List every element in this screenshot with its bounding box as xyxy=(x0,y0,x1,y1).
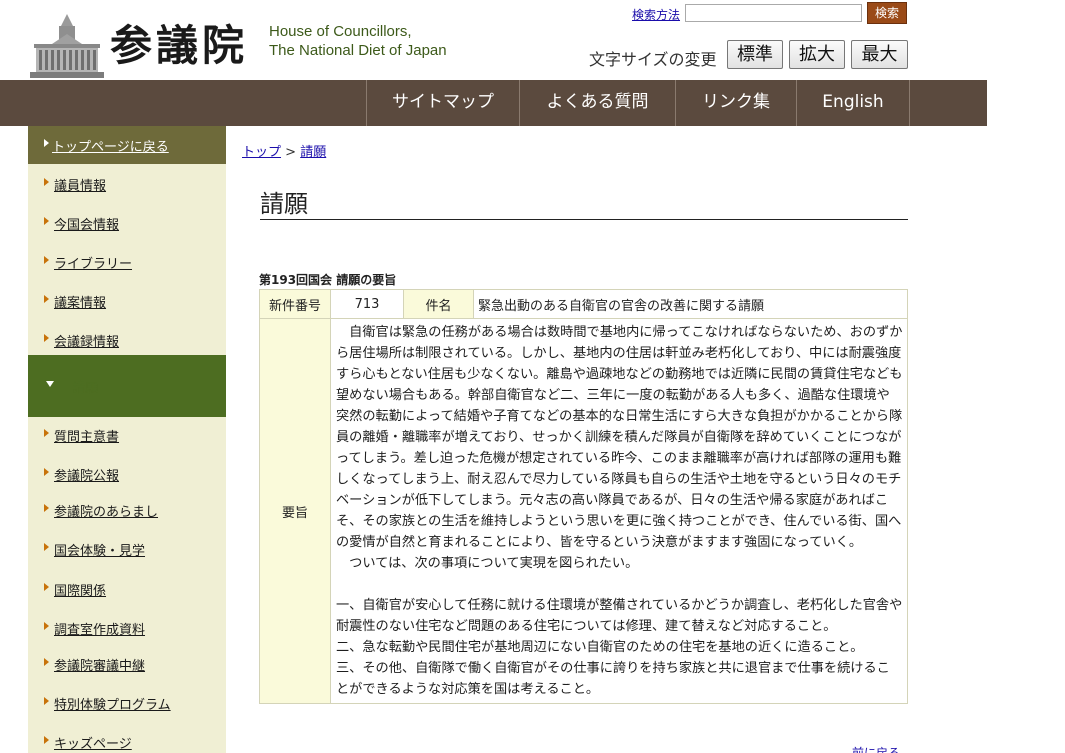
sidebar-item-label: 質問主意書 xyxy=(54,430,120,445)
sidebar-item-label: 議案情報 xyxy=(54,296,107,311)
arrow-right-icon xyxy=(44,736,49,744)
arrow-right-icon xyxy=(44,217,49,225)
logo-en-line2: The National Diet of Japan xyxy=(269,42,447,59)
sidebar-item-minutes[interactable]: 会議録情報 xyxy=(28,321,226,359)
summary-label: 要旨 xyxy=(259,318,331,704)
sidebar-item-top[interactable]: トップページに戻る xyxy=(28,126,226,164)
sidebar-item-label: 参議院公報 xyxy=(54,469,120,484)
sidebar-item-gazette[interactable]: 参議院公報 xyxy=(28,455,226,493)
global-nav: サイトマップ よくある質問 リンク集 English xyxy=(0,80,987,126)
sidebar-item-overview[interactable]: 参議院のあらまし xyxy=(28,491,226,529)
sidebar-item-library[interactable]: ライブラリー xyxy=(28,243,226,281)
nav-sitemap[interactable]: サイトマップ xyxy=(366,80,519,126)
sidebar-item-program[interactable]: 特別体験プログラム xyxy=(28,684,226,722)
sidebar-item-label: 特別体験プログラム xyxy=(54,698,171,713)
summary-spacer xyxy=(336,574,903,595)
breadcrumb-home-link[interactable]: トップ xyxy=(242,145,281,160)
site-logo-text[interactable]: 参議院 xyxy=(110,12,248,73)
nav-english[interactable]: English xyxy=(796,80,910,126)
sidebar: トップページに戻る 議員情報 今国会情報 ライブラリー 議案情報 会議録情報 請… xyxy=(28,126,226,753)
triangle-down-icon xyxy=(46,381,54,387)
sidebar-item-label: ライブラリー xyxy=(54,257,133,272)
sidebar-item-label: 国際関係 xyxy=(54,584,107,599)
name-value: 緊急出動のある自衛官の官舎の改善に関する請願 xyxy=(473,289,908,319)
sidebar-item-research[interactable]: 調査室作成資料 xyxy=(28,609,226,647)
search-input[interactable] xyxy=(685,4,862,22)
number-value: 713 xyxy=(330,289,404,319)
font-size-large-button[interactable]: 拡大 xyxy=(789,40,845,69)
summary-paragraph-2: ついては、次の事項について実現を図られたい。 xyxy=(336,556,639,571)
arrow-right-icon xyxy=(44,658,49,666)
sidebar-item-label: 今国会情報 xyxy=(54,218,120,233)
font-size-max-button[interactable]: 最大 xyxy=(851,40,908,69)
summary-item-3: 三、その他、自衛隊で働く自衛官がその仕事に誇りを持ち家族と共に退官まで仕事を続け… xyxy=(336,661,890,697)
arrow-right-icon xyxy=(44,543,49,551)
arrow-right-icon xyxy=(44,583,49,591)
arrow-right-icon xyxy=(44,504,49,512)
sidebar-item-tour[interactable]: 国会体験・見学 xyxy=(28,530,226,568)
breadcrumb: トップ > 請願 xyxy=(242,141,326,160)
arrow-right-icon xyxy=(44,468,49,476)
arrow-right-icon xyxy=(44,178,49,186)
site-header: 参議院 House of Councillors, The National D… xyxy=(0,0,987,80)
name-label: 件名 xyxy=(403,289,474,319)
breadcrumb-current-link[interactable]: 請願 xyxy=(300,145,326,160)
sidebar-item-members[interactable]: 議員情報 xyxy=(28,165,226,203)
arrow-right-icon xyxy=(44,256,49,264)
breadcrumb-separator: > xyxy=(285,145,297,160)
sidebar-item-bills[interactable]: 議案情報 xyxy=(28,282,226,320)
arrow-right-icon xyxy=(44,139,49,147)
summary-item-1: 一、自衛官が安心して任務に就ける住環境が整備されているかどうか調査し、老朽化した… xyxy=(336,598,903,634)
summary-paragraph-1: 自衛官は緊急の任務がある場合は数時間で基地内に帰ってこなければならないため、おの… xyxy=(336,325,903,550)
sidebar-item-international[interactable]: 国際関係 xyxy=(28,570,226,608)
sidebar-item-kids[interactable]: キッズページ xyxy=(28,723,226,753)
arrow-right-icon xyxy=(44,697,49,705)
number-label: 新件番号 xyxy=(259,289,331,319)
page-title: 請願 xyxy=(260,184,908,220)
diet-building-logo-icon[interactable] xyxy=(28,12,106,78)
sidebar-item-petitions[interactable]: 請願 xyxy=(28,355,226,417)
summary-item-2: 二、急な転勤や民間住宅が基地周辺にない自衛官のための住宅を基地の近くに造ること。 xyxy=(336,640,864,655)
sidebar-item-label: 請願 xyxy=(72,381,99,396)
nav-links[interactable]: リンク集 xyxy=(675,80,796,126)
arrow-right-icon xyxy=(44,622,49,630)
sidebar-item-current-session[interactable]: 今国会情報 xyxy=(28,204,226,242)
petition-table: 新件番号 713 件名 緊急出動のある自衛官の官舎の改善に関する請願 要旨 自衛… xyxy=(259,289,908,704)
summary-body: 自衛官は緊急の任務がある場合は数時間で基地内に帰ってこなければならないため、おの… xyxy=(330,318,908,704)
arrow-right-icon xyxy=(44,295,49,303)
sidebar-item-label: 国会体験・見学 xyxy=(54,544,146,559)
sidebar-item-label: 調査室作成資料 xyxy=(54,623,146,638)
sidebar-item-questions[interactable]: 質問主意書 xyxy=(28,416,226,454)
site-logo-english[interactable]: House of Councillors, The National Diet … xyxy=(269,22,447,60)
sidebar-item-label: 参議院審議中継 xyxy=(54,659,146,674)
sidebar-item-broadcast[interactable]: 参議院審議中継 xyxy=(28,645,226,683)
arrow-right-icon xyxy=(44,334,49,342)
sidebar-item-label: キッズページ xyxy=(54,737,132,752)
font-size-standard-button[interactable]: 標準 xyxy=(727,40,783,69)
search-button[interactable]: 検索 xyxy=(867,2,907,24)
sidebar-item-label: トップページに戻る xyxy=(52,140,169,155)
section-title: 第193回国会 請願の要旨 xyxy=(259,273,397,287)
back-link[interactable]: 前に戻る xyxy=(852,744,900,753)
nav-faq[interactable]: よくある質問 xyxy=(519,80,675,126)
sidebar-item-label: 会議録情報 xyxy=(54,335,120,350)
sidebar-item-label: 参議院のあらまし xyxy=(54,505,159,520)
logo-en-line1: House of Councillors, xyxy=(269,23,412,40)
sidebar-item-label: 議員情報 xyxy=(54,179,107,194)
search-help-link[interactable]: 検索方法 xyxy=(632,6,680,23)
font-size-label: 文字サイズの変更 xyxy=(589,50,717,69)
arrow-right-icon xyxy=(44,429,49,437)
